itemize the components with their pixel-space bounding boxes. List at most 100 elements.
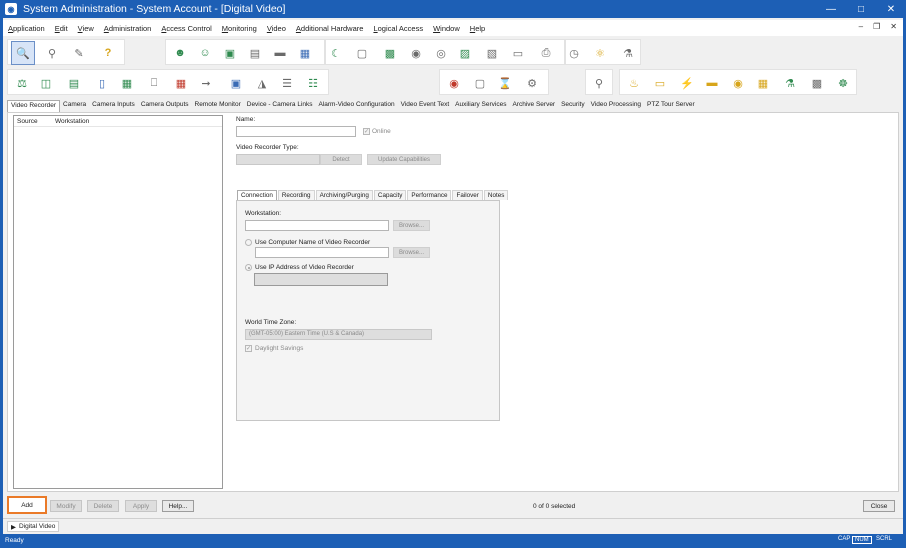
camera-scan-icon[interactable]: ◮ xyxy=(254,75,270,91)
help-button[interactable]: Help... xyxy=(162,500,194,512)
mdi-close-button[interactable]: ✕ xyxy=(890,22,897,31)
exit-door-icon[interactable]: ➞ xyxy=(198,75,214,91)
video-recorder-icon[interactable]: ▣ xyxy=(228,75,244,91)
tab-camera[interactable]: Camera xyxy=(60,100,89,112)
update-capabilities-button[interactable]: Update Capabilities xyxy=(367,154,441,165)
scheduler-icon[interactable]: ⚛ xyxy=(592,45,608,61)
tab-ptz-tour-server[interactable]: PTZ Tour Server xyxy=(644,100,698,112)
building-icon[interactable]: ▦ xyxy=(755,75,771,91)
use-computer-name-radio[interactable] xyxy=(245,239,252,246)
video-camera-icon[interactable]: ◉ xyxy=(408,45,424,61)
menu-view[interactable]: View xyxy=(73,24,99,33)
badge-icon[interactable]: ▬ xyxy=(272,45,288,61)
badge-layout-icon[interactable]: ▦ xyxy=(297,45,313,61)
access-panel-icon[interactable]: ⚖ xyxy=(14,75,30,91)
tab-device-camera-links[interactable]: Device - Camera Links xyxy=(244,100,316,112)
workstation-browse-button[interactable]: Browse... xyxy=(393,220,430,231)
distributed-system-icon[interactable]: ☸ xyxy=(835,75,851,91)
menu-application[interactable]: Application xyxy=(3,24,50,33)
menu-video[interactable]: Video xyxy=(262,24,291,33)
personal-safety-icon[interactable]: ▭ xyxy=(652,75,668,91)
subtab-recording[interactable]: Recording xyxy=(277,190,315,200)
subtab-notes[interactable]: Notes xyxy=(483,190,509,200)
gear-icon[interactable]: ⚙ xyxy=(524,75,540,91)
delete-button[interactable]: Delete xyxy=(87,500,119,512)
subtab-capacity[interactable]: Capacity xyxy=(373,190,407,200)
recorder-list[interactable]: Source Workstation xyxy=(13,115,223,489)
fire-panel-icon[interactable]: ♨ xyxy=(626,75,642,91)
tab-alarm-video-configuration[interactable]: Alarm-Video Configuration xyxy=(316,100,398,112)
window-layout-icon[interactable]: ▭ xyxy=(510,45,526,61)
monitor-zone-icon[interactable]: ◎ xyxy=(433,45,449,61)
report-icon[interactable]: ▤ xyxy=(247,45,263,61)
menu-help[interactable]: Help xyxy=(465,24,490,33)
alarm-monitor-icon[interactable]: ▩ xyxy=(382,45,398,61)
mdi-restore-button[interactable]: ❐ xyxy=(873,22,880,31)
menu-logical-access[interactable]: Logical Access xyxy=(368,24,428,33)
locksmith-icon[interactable]: ⎕ xyxy=(146,75,162,91)
hourglass-icon[interactable]: ⌛ xyxy=(497,75,513,91)
subtab-connection[interactable]: Connection xyxy=(237,190,277,200)
minimize-button[interactable]: — xyxy=(816,0,846,18)
search-icon[interactable]: 🔍 xyxy=(11,41,35,65)
tab-video-processing[interactable]: Video Processing xyxy=(588,100,644,112)
computer-name-input[interactable] xyxy=(255,247,389,258)
monitor-icon[interactable]: ▢ xyxy=(354,45,370,61)
subtab-failover[interactable]: Failover xyxy=(452,190,483,200)
list-icon[interactable]: ☰ xyxy=(279,75,295,91)
tab-video-event-text[interactable]: Video Event Text xyxy=(398,100,453,112)
close-window-button[interactable]: ✕ xyxy=(876,0,906,18)
search-people-icon[interactable]: ⚲ xyxy=(44,45,60,61)
time-zone-select[interactable]: (GMT-05:00) Eastern Time (U.S & Canada) xyxy=(245,329,432,340)
tab-video-recorder[interactable]: Video Recorder xyxy=(7,100,61,112)
recorder-type-select[interactable] xyxy=(236,154,320,165)
users-icon[interactable]: ☾ xyxy=(328,45,344,61)
subtab-performance[interactable]: Performance xyxy=(407,190,452,200)
network-icon[interactable]: ☷ xyxy=(305,75,321,91)
help-icon[interactable]: ? xyxy=(100,45,116,61)
column-workstation[interactable]: Workstation xyxy=(52,116,92,126)
clock-icon[interactable]: ◷ xyxy=(566,45,582,61)
host-icon[interactable]: ▩ xyxy=(809,75,825,91)
workstations-icon[interactable]: ⚗ xyxy=(782,75,798,91)
detect-button[interactable]: Detect xyxy=(320,154,362,165)
intercom-icon[interactable]: ◉ xyxy=(446,75,462,91)
asset-icon[interactable]: ▣ xyxy=(222,45,238,61)
graphics-icon[interactable]: ▧ xyxy=(484,45,500,61)
system-options-icon[interactable]: ⚗ xyxy=(620,45,636,61)
map-icon[interactable]: ▨ xyxy=(457,45,473,61)
maximize-button[interactable]: □ xyxy=(846,0,876,18)
visitor-icon[interactable]: ☺ xyxy=(197,45,213,61)
name-input[interactable] xyxy=(236,126,356,137)
dvr-icon[interactable]: ▬ xyxy=(704,75,720,91)
mdi-minimize-button[interactable]: – xyxy=(859,22,863,31)
computer-name-browse-button[interactable]: Browse... xyxy=(393,247,430,258)
receiver-icon[interactable]: ⚡ xyxy=(679,75,695,91)
tab-camera-outputs[interactable]: Camera Outputs xyxy=(138,100,192,112)
alarm-panel-icon[interactable]: ▤ xyxy=(66,75,82,91)
reader-icon[interactable]: ◫ xyxy=(38,75,54,91)
tab-archive-server[interactable]: Archive Server xyxy=(509,100,558,112)
tab-security[interactable]: Security xyxy=(558,100,587,112)
use-ip-address-radio[interactable] xyxy=(245,264,252,271)
online-checkbox[interactable]: ✓ xyxy=(363,128,370,135)
intrusion-icon[interactable]: ▦ xyxy=(119,75,135,91)
guard-tour-icon[interactable]: ◉ xyxy=(730,75,746,91)
add-button[interactable]: Add xyxy=(7,496,47,514)
subtab-archiving-purging[interactable]: Archiving/Purging xyxy=(315,190,373,200)
document-edit-icon[interactable]: ✎ xyxy=(71,45,87,61)
cardholder-icon[interactable]: ☻ xyxy=(172,45,188,61)
menu-administration[interactable]: Administration xyxy=(99,24,157,33)
modify-button[interactable]: Modify xyxy=(50,500,82,512)
column-source[interactable]: Source xyxy=(14,116,52,126)
ip-address-input[interactable] xyxy=(254,273,388,286)
close-button[interactable]: Close xyxy=(863,500,895,512)
display-icon[interactable]: ▢ xyxy=(472,75,488,91)
menu-edit[interactable]: Edit xyxy=(50,24,73,33)
tab-remote-monitor[interactable]: Remote Monitor xyxy=(192,100,244,112)
tab-camera-inputs[interactable]: Camera Inputs xyxy=(89,100,138,112)
workstation-input[interactable] xyxy=(245,220,389,231)
menu-access-control[interactable]: Access Control xyxy=(156,24,216,33)
menu-additional-hardware[interactable]: Additional Hardware xyxy=(291,24,369,33)
card-format-icon[interactable]: ▯ xyxy=(94,75,110,91)
